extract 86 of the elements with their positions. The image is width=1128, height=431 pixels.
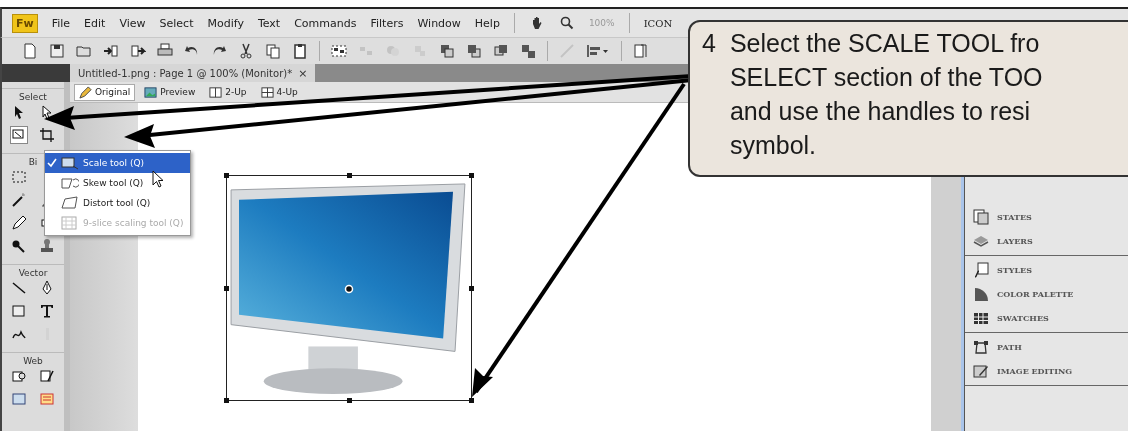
resize-handle[interactable] <box>347 173 352 178</box>
stack-icon[interactable] <box>439 43 455 59</box>
print-icon[interactable] <box>157 43 173 59</box>
stack-icon[interactable] <box>520 43 536 59</box>
panel-item[interactable]: SWATCHES <box>965 310 1128 326</box>
save-icon[interactable] <box>49 43 65 59</box>
flyout-menu-item[interactable]: Distort tool (Q) <box>45 193 190 213</box>
scale-tool-icon[interactable] <box>11 127 27 143</box>
stack-icon[interactable] <box>493 43 509 59</box>
skew-tool-icon <box>61 176 79 190</box>
menu-item[interactable]: View <box>119 16 146 30</box>
instruction-text: Select the SCALE TOOL fro SELECT section of the TOO and use the handles to resi symbol. <box>729 28 1043 161</box>
menu-item[interactable]: ICON <box>643 17 673 29</box>
export-icon[interactable] <box>130 43 146 59</box>
pencil-icon <box>79 85 92 99</box>
resize-handle[interactable] <box>469 398 474 403</box>
menu-item[interactable]: Window <box>417 16 461 30</box>
pencil-icon[interactable] <box>11 215 27 231</box>
view-tab[interactable]: 2-Up <box>204 83 252 101</box>
text-icon[interactable] <box>39 303 55 319</box>
import-icon[interactable] <box>103 43 119 59</box>
path-icon <box>973 339 989 355</box>
rotate-icon[interactable] <box>633 43 649 59</box>
step-number: 4 <box>702 28 716 59</box>
menu-item[interactable]: Text <box>257 16 281 30</box>
picture-icon <box>144 85 158 99</box>
image-edit-icon <box>973 363 989 379</box>
stack-icon[interactable] <box>466 43 482 59</box>
search-icon[interactable] <box>558 15 575 31</box>
view-tab[interactable]: 4-Up <box>255 83 303 101</box>
menu-item[interactable]: Edit <box>84 16 106 30</box>
resize-handle[interactable] <box>469 173 474 178</box>
center-point-icon[interactable] <box>344 284 354 294</box>
panel-item[interactable]: STATES <box>965 209 1128 225</box>
menu-item[interactable]: Help <box>474 16 500 30</box>
paste-icon[interactable] <box>292 43 308 59</box>
resize-handle[interactable] <box>224 173 229 178</box>
line-icon[interactable] <box>11 280 27 296</box>
styles-icon <box>973 262 989 278</box>
blur-icon[interactable] <box>11 238 27 254</box>
flyout-menu-item[interactable]: Scale tool (Q) <box>45 153 190 173</box>
align-dropdown-icon[interactable] <box>586 43 610 59</box>
resize-handle[interactable] <box>469 286 474 291</box>
menu-item[interactable]: Commands <box>294 16 357 30</box>
document-tab[interactable]: Untitled-1.png : Page 1 @ 100% (Monitor)* <box>70 64 297 82</box>
folder-icon[interactable] <box>76 43 92 59</box>
grid-icon <box>973 310 989 326</box>
panel-item[interactable]: IMAGE EDITING <box>965 363 1128 379</box>
resize-handle[interactable] <box>224 286 229 291</box>
new-file-icon[interactable] <box>22 43 38 59</box>
two-panes-icon <box>209 85 223 99</box>
grid-icon <box>61 216 79 230</box>
marquee-icon[interactable] <box>11 169 27 185</box>
group-icon[interactable] <box>331 43 347 59</box>
menu-item[interactable]: Modify <box>207 16 244 30</box>
resize-handle[interactable] <box>347 398 352 403</box>
tool-section-label: Select <box>2 88 64 102</box>
stamp-icon[interactable] <box>39 238 55 254</box>
panel-item[interactable]: PATH <box>965 339 1128 355</box>
panel-item[interactable]: STYLES <box>965 262 1128 278</box>
tool-section-label: Vector <box>2 264 64 278</box>
slice-icon[interactable] <box>39 368 55 384</box>
menu-item[interactable]: Select <box>159 16 194 30</box>
tool-section-label: Web <box>2 352 64 366</box>
panel-item[interactable]: LAYERS <box>965 233 1128 249</box>
magic-wand-icon[interactable] <box>11 192 27 208</box>
scale-tool-icon <box>61 156 79 170</box>
view-tab[interactable]: Preview <box>139 83 201 101</box>
flyout-menu-item[interactable]: Skew tool (Q) <box>45 173 190 193</box>
resize-handle[interactable] <box>224 398 229 403</box>
cut-icon[interactable] <box>238 43 254 59</box>
view-tab[interactable]: Original <box>74 83 136 101</box>
layers-icon <box>973 233 989 249</box>
menu-item[interactable]: Filters <box>370 16 404 30</box>
crop-icon[interactable] <box>39 127 55 143</box>
rectangle-icon[interactable] <box>11 303 27 319</box>
pages-stack-icon <box>973 209 989 225</box>
hotspot-icon[interactable] <box>11 368 27 384</box>
distort-tool-icon <box>61 196 79 210</box>
panel-item[interactable]: COLOR PALETTE <box>965 286 1128 302</box>
close-tab-button[interactable]: × <box>296 64 316 82</box>
copy-icon[interactable] <box>265 43 281 59</box>
menu-item[interactable]: File <box>51 16 71 30</box>
mouse-pointer-icon <box>152 170 164 188</box>
four-panes-icon <box>260 85 274 99</box>
app-logo: Fw <box>12 13 38 33</box>
